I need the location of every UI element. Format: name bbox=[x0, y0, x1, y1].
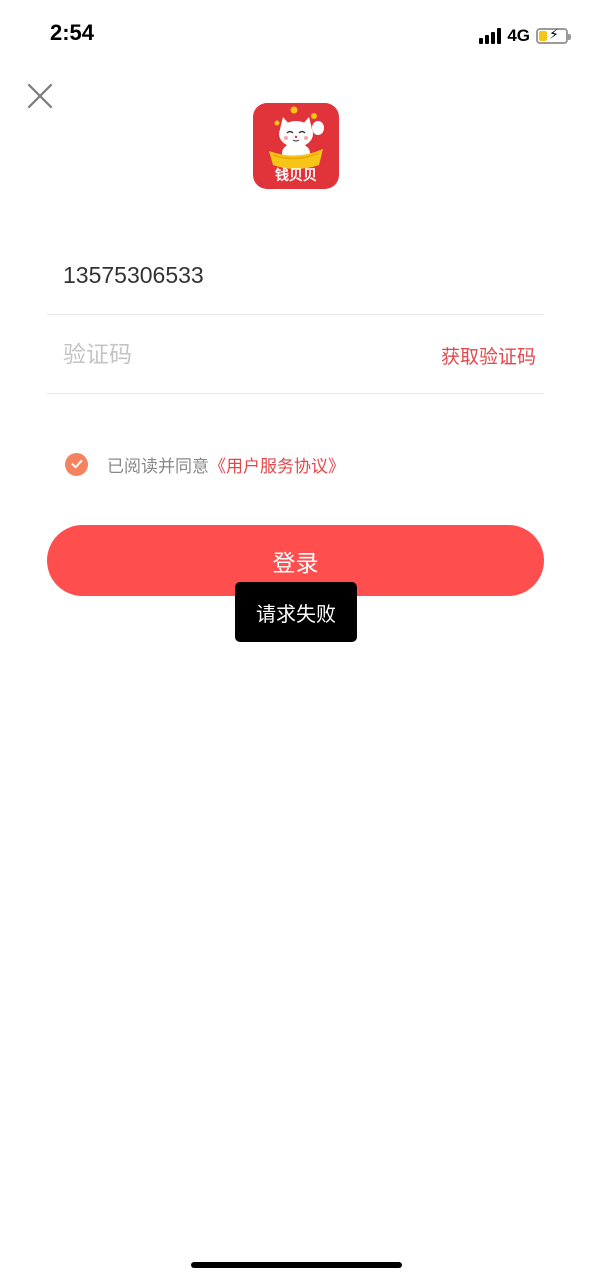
logo-text: 钱贝贝 bbox=[275, 168, 317, 184]
close-icon bbox=[27, 83, 53, 109]
login-screen: 2:54 4G ⚡ 钱贝贝 13575306533 验证码 获取验证码 已阅读并… bbox=[0, 0, 592, 1280]
battery-fill bbox=[539, 31, 547, 41]
signal-icon bbox=[479, 28, 502, 44]
user-agreement-link[interactable]: 《用户服务协议》 bbox=[209, 452, 345, 477]
verification-code-input[interactable] bbox=[63, 316, 403, 393]
close-button[interactable] bbox=[26, 82, 54, 110]
charging-bolt-icon: ⚡ bbox=[549, 27, 559, 43]
agreement-row: 已阅读并同意 《用户服务协议》 bbox=[65, 452, 345, 477]
agreement-text: 已阅读并同意 bbox=[107, 456, 209, 477]
checkmark-icon bbox=[71, 459, 82, 469]
home-indicator[interactable] bbox=[191, 1262, 402, 1268]
error-toast: 请求失败 bbox=[235, 582, 357, 642]
status-indicators: 4G ⚡ bbox=[479, 24, 571, 48]
status-time: 2:54 bbox=[50, 20, 95, 45]
network-label: 4G bbox=[507, 26, 530, 45]
phone-field-row bbox=[47, 237, 544, 315]
battery-icon: ⚡ bbox=[536, 27, 571, 44]
get-code-button[interactable]: 获取验证码 bbox=[441, 342, 536, 369]
phone-input[interactable] bbox=[63, 237, 403, 314]
app-logo: 钱贝贝 bbox=[253, 103, 339, 189]
agreement-checkbox[interactable] bbox=[65, 452, 88, 476]
code-field-row: 获取验证码 bbox=[47, 316, 544, 394]
